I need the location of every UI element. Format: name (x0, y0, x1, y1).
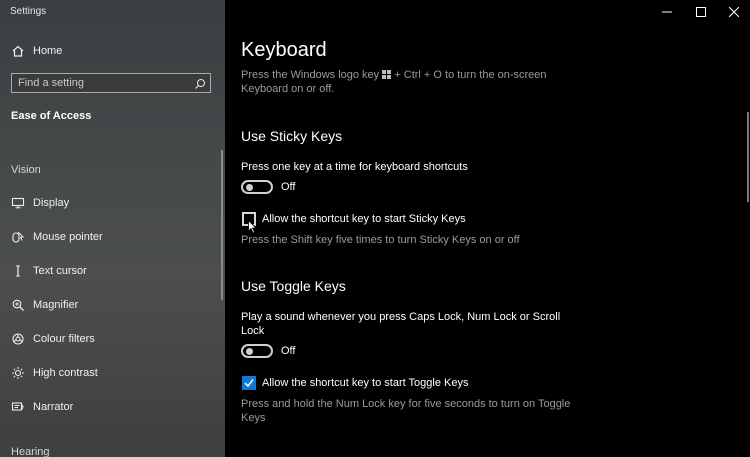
minimize-icon (662, 11, 672, 13)
search-input[interactable] (12, 74, 192, 92)
home-icon (11, 44, 25, 58)
toggle-keys-hint: Press and hold the Num Lock key for five… (241, 397, 581, 425)
magnifier-icon (11, 298, 25, 312)
page-title: Keyboard (241, 39, 327, 61)
toggle-keys-shortcut-label[interactable]: Allow the shortcut key to start Toggle K… (262, 377, 468, 389)
sidebar-item-magnifier[interactable]: Magnifier (0, 291, 225, 319)
toggle-keys-label-line: Lock (241, 325, 265, 337)
hearing-heading: Hearing (11, 446, 50, 457)
sidebar-item-high-contrast[interactable]: High contrast (0, 359, 225, 387)
toggle-keys-toggle-state: Off (281, 345, 296, 357)
window-title: Settings (10, 6, 47, 17)
sidebar-item-text-cursor[interactable]: Text cursor (0, 257, 225, 285)
sticky-keys-hint: Press the Shift key five times to turn S… (241, 234, 520, 246)
sticky-keys-heading: Use Sticky Keys (241, 128, 343, 144)
narrator-icon (11, 400, 25, 414)
sidebar-item-mouse-pointer[interactable]: Mouse pointer (0, 223, 225, 251)
sidebar-item-label: Mouse pointer (33, 231, 103, 243)
sidebar-item-label: Display (33, 197, 70, 209)
intro-text: Press the Windows logo key + Ctrl + O to… (241, 68, 561, 96)
sidebar-item-label: High contrast (33, 367, 98, 379)
mouse-pointer-icon (11, 230, 25, 244)
minimize-button[interactable] (651, 0, 683, 24)
sticky-keys-shortcut-label[interactable]: Allow the shortcut key to start Sticky K… (262, 213, 466, 225)
sidebar-scrollbar[interactable] (221, 150, 223, 300)
intro-text-part: Keyboard on or off. (241, 83, 335, 95)
sidebar-item-colour-filters[interactable]: Colour filters (0, 325, 225, 353)
sidebar-item-label: Magnifier (33, 299, 79, 311)
maximize-icon (696, 7, 706, 17)
intro-text-part: + Ctrl + O to turn the on-screen (391, 69, 547, 81)
toggle-keys-hint-line: Keys (241, 412, 266, 424)
vision-heading: Vision (11, 164, 41, 176)
display-icon (11, 196, 25, 210)
search-box (11, 73, 211, 93)
toggle-keys-toggle-label: Play a sound whenever you press Caps Loc… (241, 310, 561, 338)
main-pane: Keyboard Press the Windows logo key + Ct… (225, 0, 750, 457)
close-icon (729, 7, 739, 17)
mouse-cursor-icon (248, 220, 257, 234)
search-icon[interactable] (194, 77, 206, 89)
text-cursor-icon (11, 264, 25, 278)
sidebar-item-label: Narrator (33, 401, 74, 413)
intro-text-part: Press the Windows logo key (241, 69, 383, 81)
sidebar-item-display[interactable]: Display (0, 189, 225, 217)
toggle-keys-label-line: Play a sound whenever you press Caps Loc… (241, 311, 561, 323)
sticky-keys-toggle[interactable] (241, 180, 273, 194)
toggle-knob (246, 184, 253, 191)
sidebar: Settings Home Ease of Access Vision Disp… (0, 0, 225, 457)
toggle-keys-heading: Use Toggle Keys (241, 278, 346, 294)
checkmark-icon (244, 379, 254, 388)
colour-filters-icon (11, 332, 25, 346)
high-contrast-icon (11, 366, 25, 380)
sidebar-item-home[interactable]: Home (0, 37, 225, 65)
main-scrollbar[interactable] (747, 112, 749, 202)
sidebar-item-label: Colour filters (33, 333, 95, 345)
windows-logo-icon (382, 69, 392, 79)
category-heading: Ease of Access (11, 110, 92, 122)
sidebar-item-label: Text cursor (33, 265, 87, 277)
sticky-keys-toggle-label: Press one key at a time for keyboard sho… (241, 161, 468, 173)
toggle-keys-toggle[interactable] (241, 344, 273, 358)
toggle-keys-hint-line: Press and hold the Num Lock key for five… (241, 398, 571, 410)
close-button[interactable] (718, 0, 750, 24)
sidebar-item-label: Home (33, 45, 63, 57)
toggle-knob (246, 348, 253, 355)
sidebar-item-narrator[interactable]: Narrator (0, 393, 225, 421)
toggle-keys-shortcut-checkbox[interactable] (242, 376, 256, 390)
sticky-keys-toggle-state: Off (281, 181, 296, 193)
maximize-button[interactable] (685, 0, 717, 24)
